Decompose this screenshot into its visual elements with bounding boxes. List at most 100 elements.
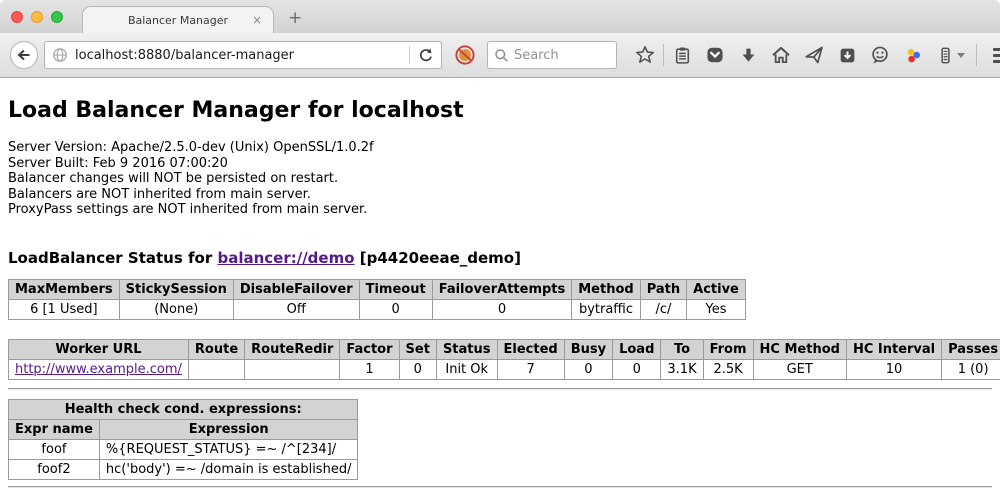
column-header: FailoverAttempts xyxy=(432,279,572,299)
download-arrow-icon xyxy=(739,46,758,65)
search-input[interactable] xyxy=(514,48,604,63)
table-row: http://www.example.com/ 1 0 Init Ok 7 0 … xyxy=(9,359,1000,379)
expr-name-cell: foof2 xyxy=(9,459,100,479)
browser-tab[interactable]: Balancer Manager × xyxy=(82,6,274,33)
table-cell: Off xyxy=(233,299,359,319)
health-table-title: Health check cond. expressions: xyxy=(9,399,358,419)
table-cell: Init Ok xyxy=(436,359,497,379)
inherit-notice-line: Balancers are NOT inherited from main se… xyxy=(8,187,992,203)
column-header: Path xyxy=(640,279,686,299)
status-heading-prefix: LoadBalancer Status for xyxy=(8,249,217,267)
table-cell: 6 [1 Used] xyxy=(9,299,120,319)
boxed-down-arrow-icon xyxy=(838,46,857,65)
table-cell: 0 xyxy=(359,299,432,319)
table-cell: 2.5K xyxy=(703,359,753,379)
table-cell: (None) xyxy=(119,299,233,319)
plugin-blocked-button[interactable] xyxy=(451,41,479,69)
balancer-demo-link[interactable]: balancer://demo xyxy=(217,249,354,267)
chevron-down-icon[interactable] xyxy=(957,53,965,58)
column-header: Method xyxy=(572,279,640,299)
column-header: RouteRedir xyxy=(245,339,340,359)
globe-icon xyxy=(52,47,68,63)
url-text[interactable]: localhost:8880/balancer-manager xyxy=(75,48,402,63)
table-cell: 1 xyxy=(340,359,399,379)
toolbar-separator xyxy=(976,44,977,66)
table-header-row: Worker URL Route RouteRedir Factor Set S… xyxy=(9,339,1000,359)
paper-plane-icon xyxy=(804,45,824,65)
close-window-button[interactable] xyxy=(11,11,23,23)
table-cell: /c/ xyxy=(640,299,686,319)
expression-cell: hc('body') =~ /domain is established/ xyxy=(99,459,358,479)
table-cell xyxy=(245,359,340,379)
url-bar[interactable]: localhost:8880/balancer-manager xyxy=(44,41,442,69)
table-header-row: MaxMembers StickySession DisableFailover… xyxy=(9,279,746,299)
column-header: Active xyxy=(687,279,746,299)
new-tab-button[interactable]: + xyxy=(288,8,302,28)
browser-window: Balancer Manager × + localhost:8880/bala… xyxy=(0,0,1000,491)
server-built-line: Server Built: Feb 9 2016 07:00:20 xyxy=(8,156,992,172)
pocket-icon xyxy=(705,45,725,65)
back-arrow-icon xyxy=(15,46,33,64)
status-heading: LoadBalancer Status for balancer://demo … xyxy=(8,249,992,267)
search-icon xyxy=(494,48,509,63)
chat-extension-button[interactable] xyxy=(866,41,894,69)
search-bar[interactable] xyxy=(487,41,617,69)
table-cell: bytraffic xyxy=(572,299,640,319)
minimize-window-button[interactable] xyxy=(31,11,43,23)
hamburger-icon xyxy=(993,54,1000,57)
send-tab-button[interactable] xyxy=(800,41,828,69)
downloads-button[interactable] xyxy=(734,41,762,69)
reload-button[interactable] xyxy=(417,47,434,64)
table-cell: 0 xyxy=(399,359,436,379)
window-controls xyxy=(11,11,63,23)
table-cell xyxy=(188,359,244,379)
server-version-line: Server Version: Apache/2.5.0-dev (Unix) … xyxy=(8,140,992,156)
navigation-toolbar: localhost:8880/balancer-manager xyxy=(0,33,1000,78)
column-header: HC Interval xyxy=(846,339,941,359)
smiley-chat-icon xyxy=(870,45,890,65)
download-manager-button[interactable] xyxy=(833,41,861,69)
pocket-button[interactable] xyxy=(701,41,729,69)
home-button[interactable] xyxy=(767,41,795,69)
column-header: Status xyxy=(436,339,497,359)
table-row: foof %{REQUEST_STATUS} =~ /^[234]/ xyxy=(9,439,358,459)
color-dots-extension-button[interactable] xyxy=(899,41,927,69)
status-heading-suffix: [p4420eeae_demo] xyxy=(355,249,521,267)
tab-close-icon[interactable]: × xyxy=(252,13,262,27)
worker-table: Worker URL Route RouteRedir Factor Set S… xyxy=(8,339,1000,380)
reading-list-button[interactable] xyxy=(668,41,696,69)
horizontal-rule xyxy=(8,388,992,390)
persist-notice-line: Balancer changes will NOT be persisted o… xyxy=(8,171,992,187)
table-title-row: Health check cond. expressions: xyxy=(9,399,358,419)
column-header: StickySession xyxy=(119,279,233,299)
column-header: Factor xyxy=(340,339,399,359)
reload-icon xyxy=(417,47,434,64)
column-header: Set xyxy=(399,339,436,359)
bookmark-star-button[interactable] xyxy=(631,41,659,69)
column-header: Worker URL xyxy=(9,339,189,359)
expr-name-cell: foof xyxy=(9,439,100,459)
column-header: From xyxy=(703,339,753,359)
toolbar-separator xyxy=(663,44,664,66)
hamburger-icon xyxy=(993,60,1000,63)
menu-button[interactable] xyxy=(987,41,1000,69)
zoom-window-button[interactable] xyxy=(51,11,63,23)
page-title: Load Balancer Manager for localhost xyxy=(8,98,992,123)
back-button[interactable] xyxy=(10,41,38,69)
table-cell: 0 xyxy=(432,299,572,319)
column-header: Load xyxy=(613,339,661,359)
column-header: DisableFailover xyxy=(233,279,359,299)
table-row: 6 [1 Used] (None) Off 0 0 bytraffic /c/ … xyxy=(9,299,746,319)
hamburger-icon xyxy=(993,48,1000,51)
urlbar-separator xyxy=(409,46,410,64)
balancer-params-table: MaxMembers StickySession DisableFailover… xyxy=(8,279,746,320)
page-content: Load Balancer Manager for localhost Serv… xyxy=(0,98,1000,488)
tab-bar: Balancer Manager × + xyxy=(0,0,1000,33)
worker-url-link[interactable]: http://www.example.com/ xyxy=(15,362,182,377)
battery-extension-button[interactable] xyxy=(932,41,968,69)
table-cell: Yes xyxy=(687,299,746,319)
health-check-table: Health check cond. expressions: Expr nam… xyxy=(8,399,358,480)
table-cell: 0 xyxy=(564,359,612,379)
color-dots-icon xyxy=(904,46,923,65)
column-header: MaxMembers xyxy=(9,279,120,299)
